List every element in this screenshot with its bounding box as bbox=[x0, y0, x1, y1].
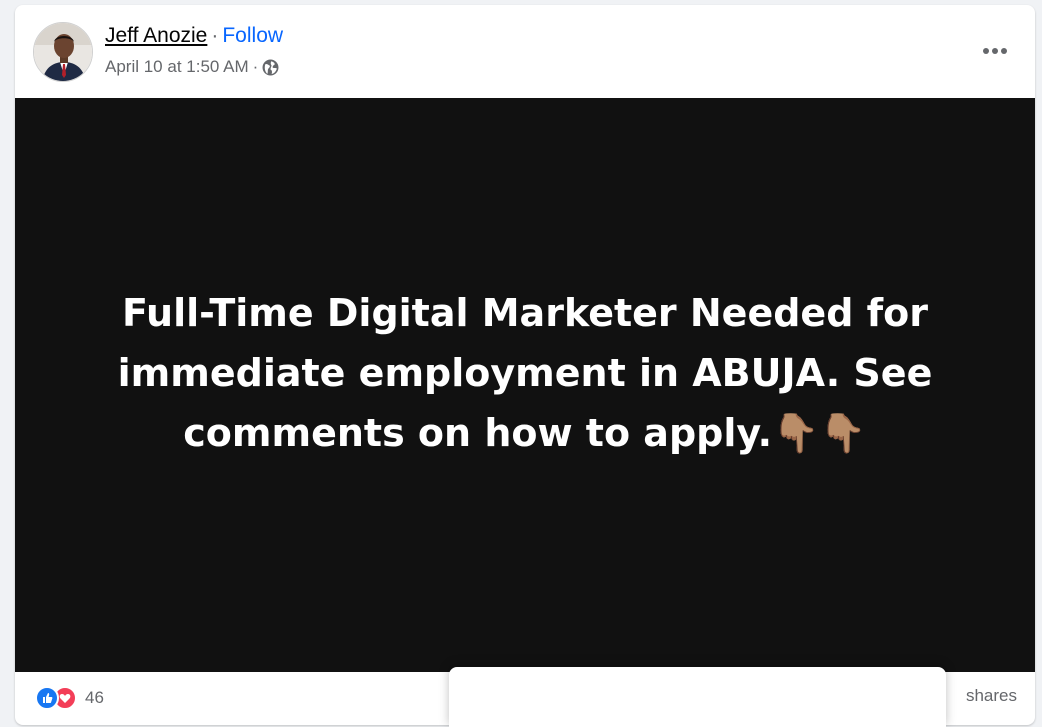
post-timestamp[interactable]: April 10 at 1:50 AM bbox=[105, 56, 249, 78]
reactions-summary[interactable]: 46 bbox=[35, 686, 104, 710]
more-horizontal-icon bbox=[983, 48, 1007, 54]
reaction-count[interactable]: 46 bbox=[85, 688, 104, 708]
overlay-popup-card bbox=[449, 667, 946, 727]
like-icon bbox=[35, 686, 59, 710]
shares-count[interactable]: shares bbox=[966, 686, 1017, 706]
more-options-button[interactable] bbox=[977, 33, 1013, 69]
globe-icon[interactable] bbox=[262, 59, 279, 76]
meta-separator: · bbox=[252, 57, 259, 76]
author-name-link[interactable]: Jeff Anozie bbox=[105, 24, 207, 47]
post-header: Jeff Anozie · Follow April 10 at 1:50 AM · bbox=[15, 5, 1035, 98]
media-text: Full-Time Digital Marketer Needed for im… bbox=[117, 291, 933, 455]
person-avatar-icon bbox=[34, 23, 92, 81]
name-separator: · bbox=[211, 24, 219, 47]
author-line: Jeff Anozie · Follow bbox=[105, 23, 283, 49]
author-avatar[interactable] bbox=[33, 22, 93, 82]
follow-button[interactable]: Follow bbox=[222, 24, 283, 47]
post-card: Jeff Anozie · Follow April 10 at 1:50 AM ·… bbox=[15, 5, 1035, 725]
post-media[interactable]: Full-Time Digital Marketer Needed for im… bbox=[15, 98, 1035, 672]
post-meta: April 10 at 1:50 AM · bbox=[105, 56, 279, 78]
